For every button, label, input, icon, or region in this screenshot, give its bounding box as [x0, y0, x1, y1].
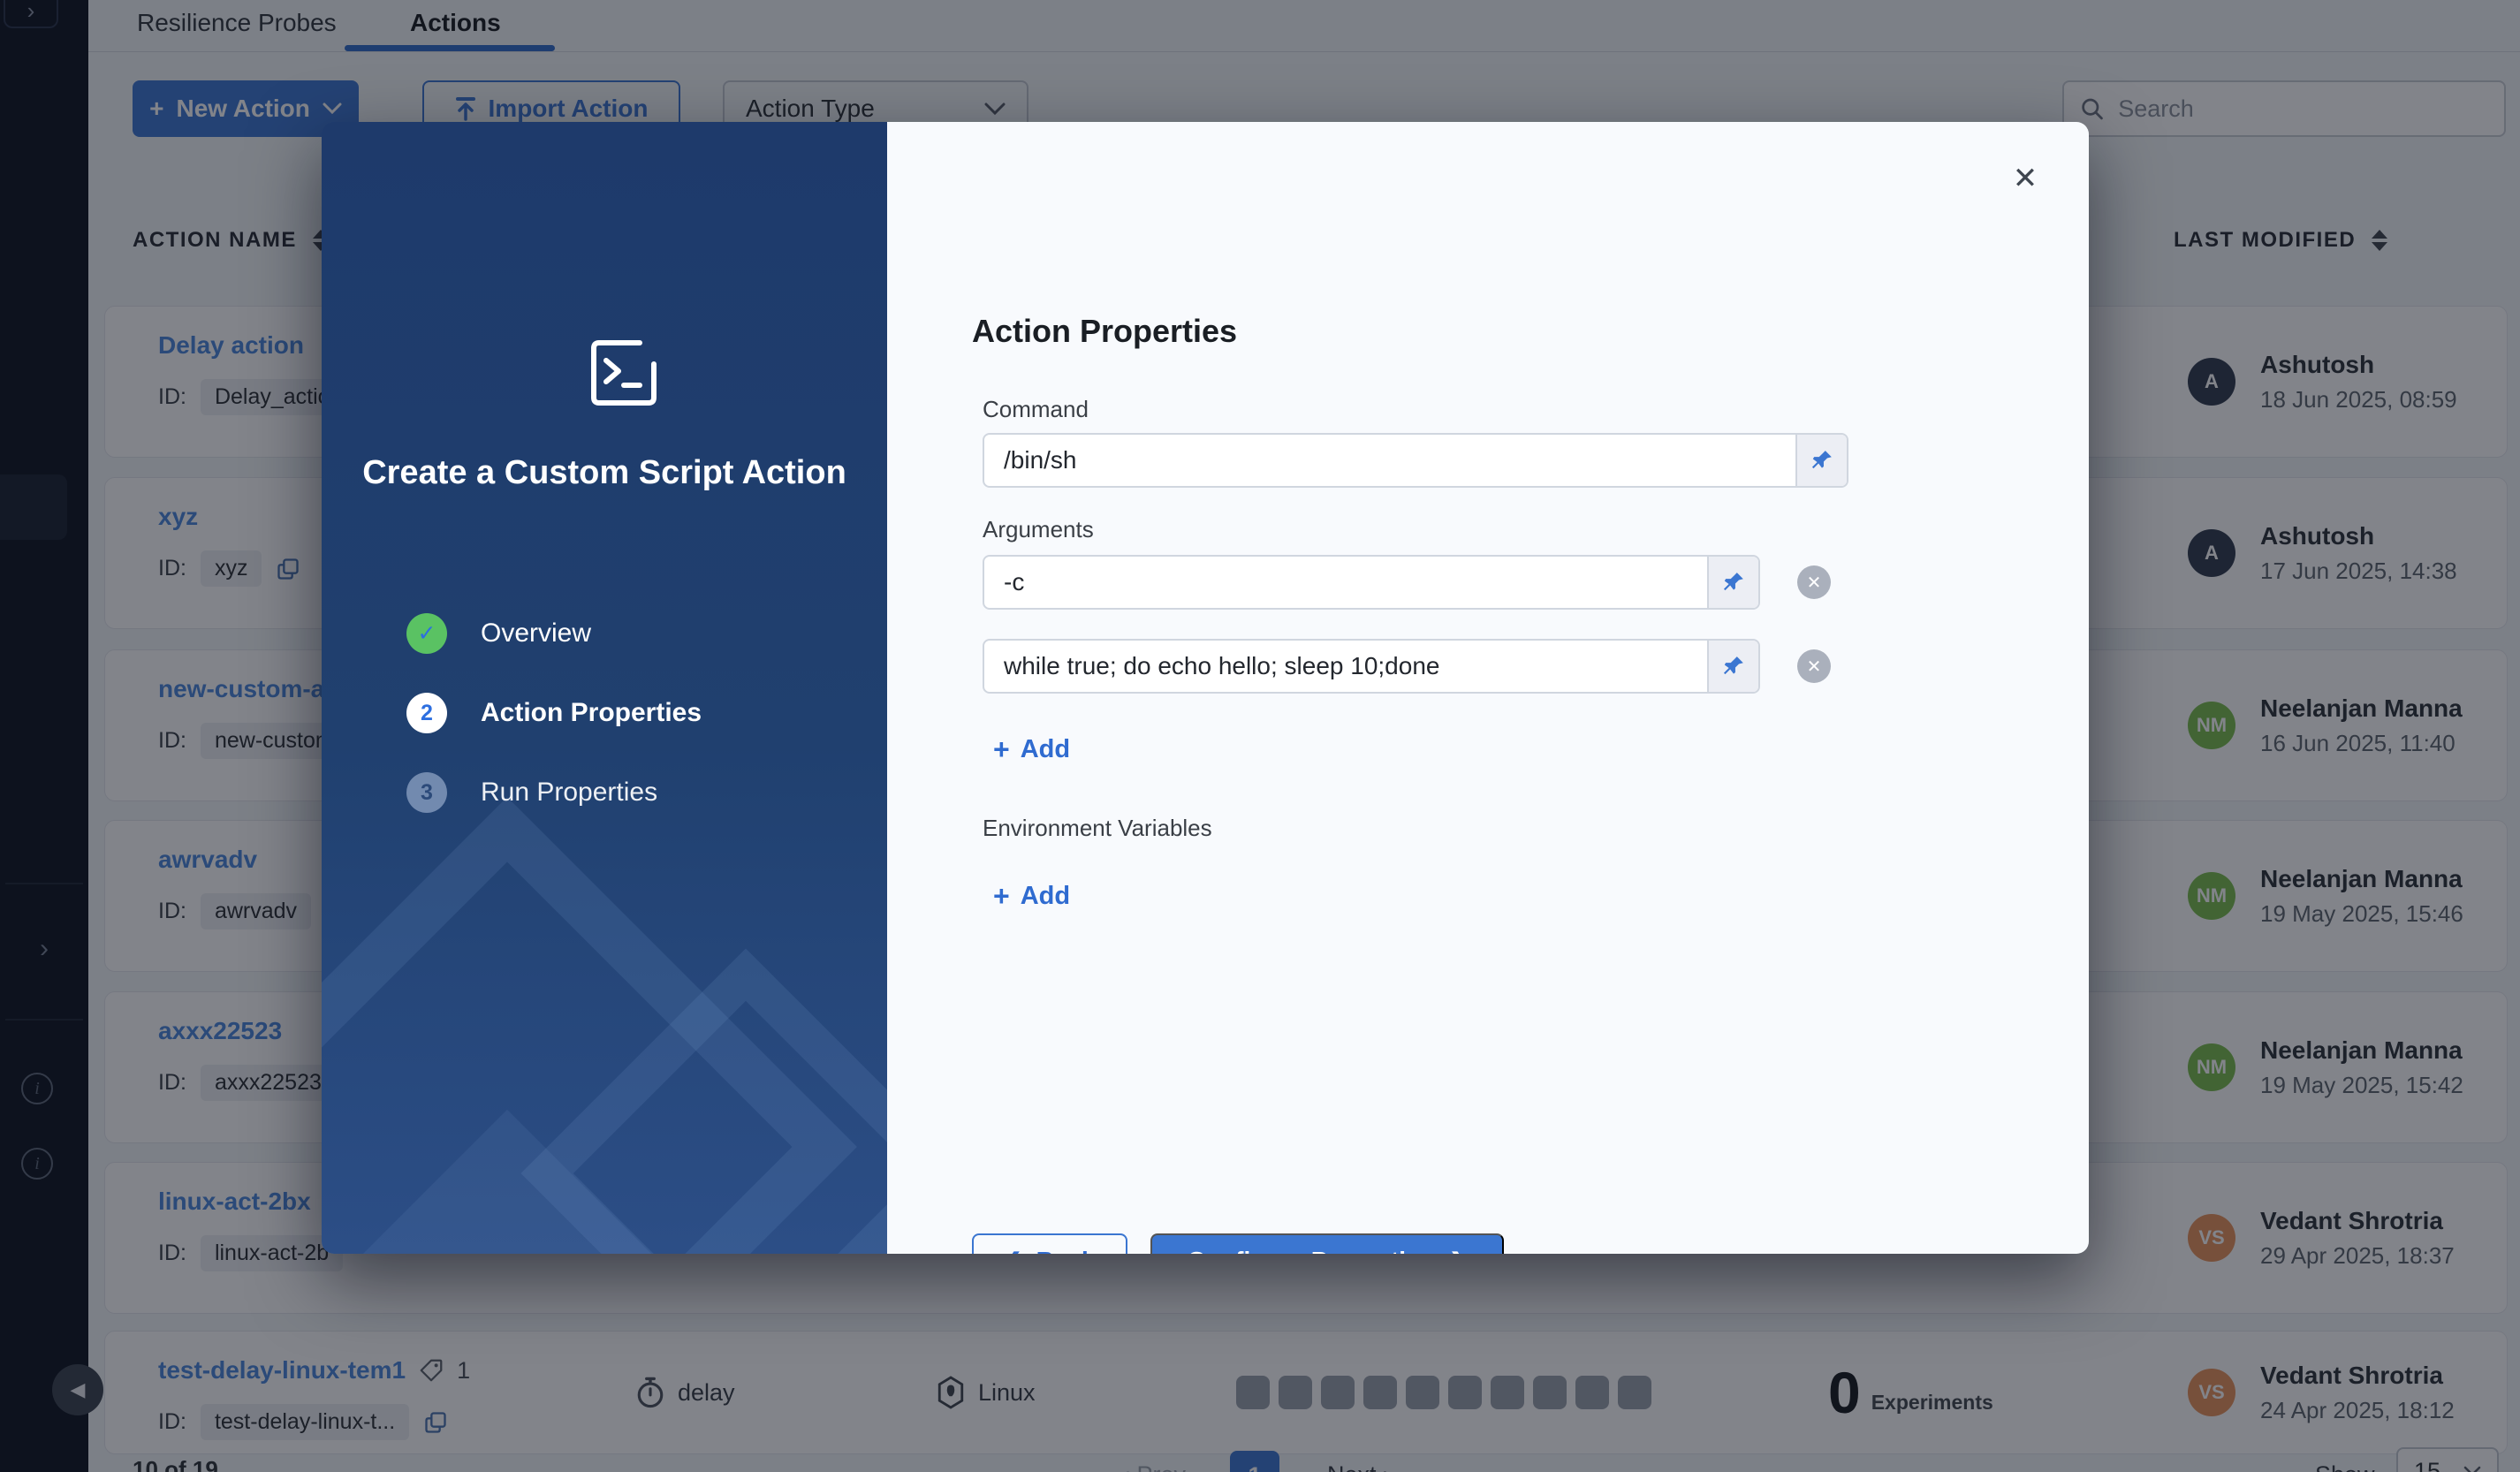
- step-indicator: 2: [406, 693, 447, 733]
- pin-icon: [1722, 571, 1745, 594]
- wizard-step[interactable]: ✓ Overview: [406, 613, 702, 654]
- arguments-label: Arguments: [983, 516, 1094, 543]
- step-indicator: 3: [406, 772, 447, 813]
- wizard-steps: ✓ Overview 2 Action Properties 3 Run Pro…: [406, 613, 702, 813]
- add-env-variable-button[interactable]: + Add: [993, 880, 1070, 913]
- wizard-title: Create a Custom Script Action: [357, 451, 852, 496]
- step-label: Run Properties: [481, 778, 657, 808]
- terminal-icon: [585, 334, 663, 412]
- command-value[interactable]: /bin/sh: [984, 435, 1795, 486]
- step-label: Action Properties: [481, 698, 702, 728]
- form-title: Action Properties: [972, 313, 1237, 350]
- plus-icon: +: [993, 733, 1010, 766]
- add-argument-button[interactable]: + Add: [993, 733, 1070, 766]
- remove-argument-button[interactable]: ✕: [1797, 565, 1831, 599]
- chaos-actions-page: › › i i ◀ Resilience Probes Actions + Ne…: [0, 0, 2520, 1472]
- remove-argument-button[interactable]: ✕: [1797, 649, 1831, 683]
- pin-segment[interactable]: [1707, 557, 1758, 608]
- configure-properties-button[interactable]: Configure Properties ❯: [1150, 1233, 1504, 1254]
- command-label: Command: [983, 396, 1089, 423]
- command-input[interactable]: /bin/sh: [983, 433, 1848, 488]
- argument-value[interactable]: -c: [984, 557, 1707, 608]
- env-variables-label: Environment Variables: [983, 815, 1212, 842]
- wizard-step[interactable]: 2 Action Properties: [406, 693, 702, 733]
- pin-icon: [1722, 655, 1745, 678]
- pin-icon: [1810, 449, 1833, 472]
- step-indicator: ✓: [406, 613, 447, 654]
- pin-segment[interactable]: [1795, 435, 1847, 486]
- close-icon[interactable]: ✕: [2000, 154, 2050, 203]
- wizard-form-panel: ✕ Action Properties Command /bin/sh Argu…: [887, 122, 2089, 1254]
- step-label: Overview: [481, 618, 591, 649]
- argument-value[interactable]: while true; do echo hello; sleep 10;done: [984, 641, 1707, 692]
- argument-input[interactable]: -c: [983, 555, 1760, 610]
- plus-icon: +: [993, 880, 1010, 913]
- argument-input[interactable]: while true; do echo hello; sleep 10;done: [983, 639, 1760, 694]
- chevron-right-icon: ❯: [1449, 1248, 1467, 1255]
- wizard-left-panel: Create a Custom Script Action ✓ Overview…: [322, 122, 887, 1254]
- back-button[interactable]: ❮ Back: [972, 1233, 1127, 1254]
- pin-segment[interactable]: [1707, 641, 1758, 692]
- chevron-left-icon: ❮: [1004, 1248, 1021, 1255]
- wizard-step[interactable]: 3 Run Properties: [406, 772, 702, 813]
- create-custom-script-action-modal: Create a Custom Script Action ✓ Overview…: [322, 122, 2089, 1254]
